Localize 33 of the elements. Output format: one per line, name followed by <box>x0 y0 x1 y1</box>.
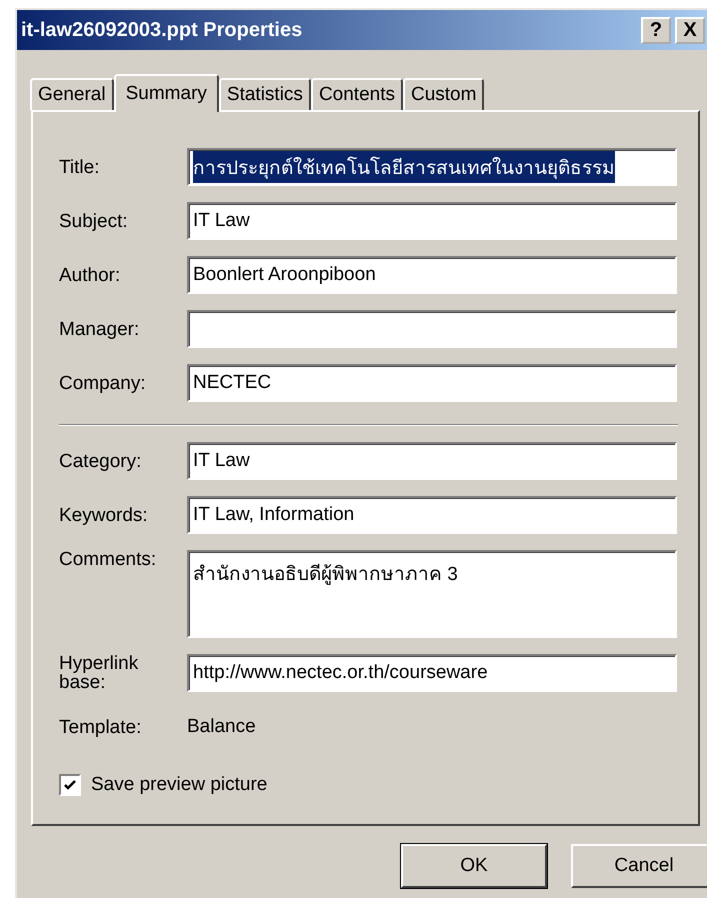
field-label: Template: <box>59 718 142 736</box>
close-button[interactable]: X <box>675 16 705 44</box>
text-field[interactable]: http://www.nectec.or.th/courseware <box>187 654 677 692</box>
text-field[interactable]: IT Law, Information <box>187 496 677 534</box>
field-label: Subject: <box>59 212 129 230</box>
field-label: Comments: <box>59 550 158 569</box>
help-button[interactable]: ? <box>641 16 671 44</box>
checkbox[interactable] <box>59 774 81 796</box>
field-label: Keywords: <box>59 506 149 524</box>
tab[interactable]: Contents <box>310 78 403 110</box>
text-field[interactable]: การประยุกต์ใช้เทคโนโลยีสารสนเทศในงานยุติธรรม <box>187 148 677 186</box>
field-label: Company: <box>59 374 147 392</box>
field-label: Author: <box>59 266 122 284</box>
tab[interactable]: Custom <box>402 78 484 110</box>
text-field[interactable]: IT Law <box>187 202 677 240</box>
check-icon <box>63 778 77 792</box>
tab[interactable]: Statistics <box>218 78 311 110</box>
text-area[interactable]: สำนักงานอธิบดีผู้พิพากษาภาค 3 <box>187 550 677 638</box>
text-field[interactable]: IT Law <box>187 442 677 480</box>
template-value: Balance <box>187 716 256 738</box>
field-label: Category: <box>59 452 142 470</box>
field-label: Manager: <box>59 320 140 338</box>
dialog-button[interactable]: Cancel <box>571 844 707 888</box>
dialog-button[interactable]: OK <box>401 844 547 888</box>
field-label: Title: <box>59 158 100 176</box>
text-field[interactable]: NECTEC <box>187 364 677 402</box>
field-label: Hyperlink base: <box>59 654 140 692</box>
checkbox-label[interactable]: Save preview picture <box>91 774 268 796</box>
tab[interactable]: General <box>30 78 114 110</box>
tab[interactable]: Summary <box>114 74 219 112</box>
window-title: it-law26092003.ppt Properties <box>21 18 304 42</box>
text-field[interactable]: Boonlert Aroonpiboon <box>187 256 677 294</box>
text-field[interactable] <box>187 310 677 348</box>
